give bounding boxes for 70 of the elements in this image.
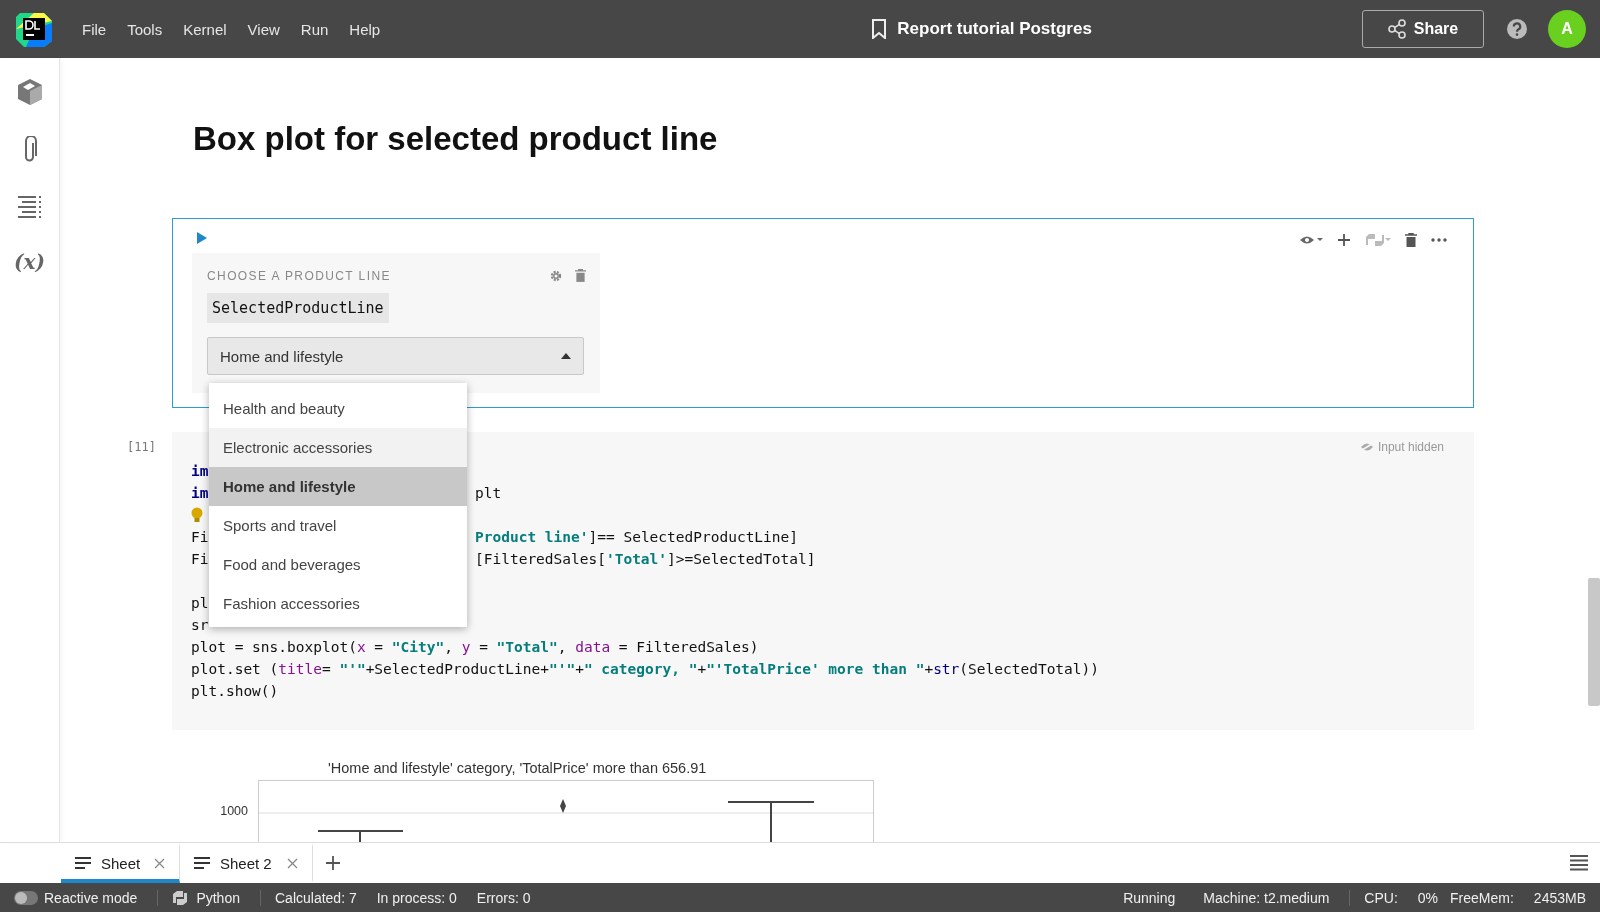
status-text: In process: 0 — [376, 889, 457, 906]
document-title: Report tutorial Postgres — [897, 19, 1092, 39]
menu-item[interactable]: File — [82, 20, 107, 38]
code-text: Fi — [191, 529, 209, 545]
lightbulb-icon[interactable] — [191, 507, 203, 523]
status-text: 0% — [1417, 889, 1439, 906]
status-text: Errors: 0 — [476, 889, 531, 906]
code-text: im — [191, 463, 209, 479]
status-text: FreeMem: — [1450, 889, 1514, 906]
outline-icon[interactable] — [17, 194, 42, 220]
page-heading: Box plot for selected product line — [193, 120, 719, 158]
status-text: Python — [196, 889, 240, 906]
widget-label: CHOOSE A PRODUCT LINE — [207, 269, 391, 283]
menu-item[interactable]: Run — [300, 20, 329, 38]
menu-item[interactable]: Help — [349, 20, 381, 38]
status-text: Machine: t2.medium — [1203, 889, 1330, 906]
menu-icon[interactable] — [1570, 855, 1588, 871]
code-text: im — [191, 485, 209, 501]
share-button[interactable]: Share — [1362, 10, 1484, 48]
variable-name: SelectedProductLine — [207, 293, 389, 323]
status-text: Calculated: 7 — [275, 889, 357, 906]
dropdown-option[interactable]: Home and lifestyle — [209, 467, 467, 506]
bookmark-icon[interactable] — [871, 19, 888, 39]
reactive-mode-toggle[interactable] — [14, 890, 38, 905]
python-icon — [172, 889, 189, 906]
dropdown-option[interactable]: Health and beauty — [209, 389, 467, 428]
dropdown-option[interactable]: Sports and travel — [209, 506, 467, 545]
code-text: [FilteredSales['Total']>=SelectedTotal] — [475, 551, 816, 567]
code-line: plot = sns.boxplot(x = "City", y = "Total", data = FilteredSales) — [191, 639, 759, 655]
code-text: plt — [475, 485, 502, 501]
help-icon[interactable] — [1506, 18, 1528, 40]
menu-item[interactable]: Tools — [127, 20, 163, 38]
product-line-select[interactable]: Home and lifestyle — [207, 337, 584, 375]
status-text: CPU: — [1364, 889, 1398, 906]
status-text: Running — [1123, 889, 1176, 906]
close-icon[interactable] — [154, 857, 165, 869]
menu-item[interactable]: View — [247, 20, 280, 38]
eye-slash-icon — [1360, 443, 1373, 451]
execution-count: [11] — [127, 440, 156, 454]
dropdown-option[interactable]: Electronic accessories — [209, 428, 467, 467]
close-icon[interactable] — [287, 857, 298, 869]
settings-icon[interactable] — [549, 269, 563, 283]
status-text: Reactive mode — [44, 889, 138, 906]
code-text: Product line']== SelectedProductLine] — [475, 529, 798, 545]
caret-up-icon — [561, 353, 571, 359]
trash-icon[interactable] — [1405, 233, 1417, 247]
status-text: 2453MB — [1533, 889, 1586, 906]
code-text: sr — [191, 617, 209, 633]
box-icon[interactable] — [16, 78, 43, 106]
trash-icon[interactable] — [575, 269, 586, 282]
more-icon[interactable] — [1431, 238, 1447, 242]
variables-icon[interactable]: (x) — [14, 250, 45, 274]
scrollbar-thumb[interactable] — [1588, 578, 1600, 706]
chart-title: 'Home and lifestyle' category, 'TotalPrice' more than 656.91 — [328, 760, 707, 776]
eye-icon[interactable] — [1299, 234, 1323, 246]
plus-icon — [325, 855, 341, 871]
sheet-icon — [194, 857, 210, 869]
axis-tick-label: 1000 — [219, 804, 249, 820]
code-line: plt.show() — [191, 683, 279, 699]
code-text: Fi — [191, 551, 209, 567]
dropdown-option[interactable]: Fashion accessories — [209, 584, 467, 623]
menu-item[interactable]: Kernel — [183, 20, 227, 38]
plus-icon[interactable] — [1337, 233, 1351, 247]
run-icon[interactable] — [196, 231, 208, 245]
input-hidden-label: Input hidden — [1360, 440, 1444, 454]
dropdown-option[interactable]: Food and beverages — [209, 545, 467, 584]
share-icon — [1387, 19, 1406, 39]
sheet-icon — [75, 857, 91, 869]
code-text: pl — [191, 595, 209, 611]
code-line: plot.set (title= "'"+SelectedProductLine+"'"+" category, "+"'TotalPrice' more than "+str(SelectedTotal)) — [191, 661, 1099, 677]
